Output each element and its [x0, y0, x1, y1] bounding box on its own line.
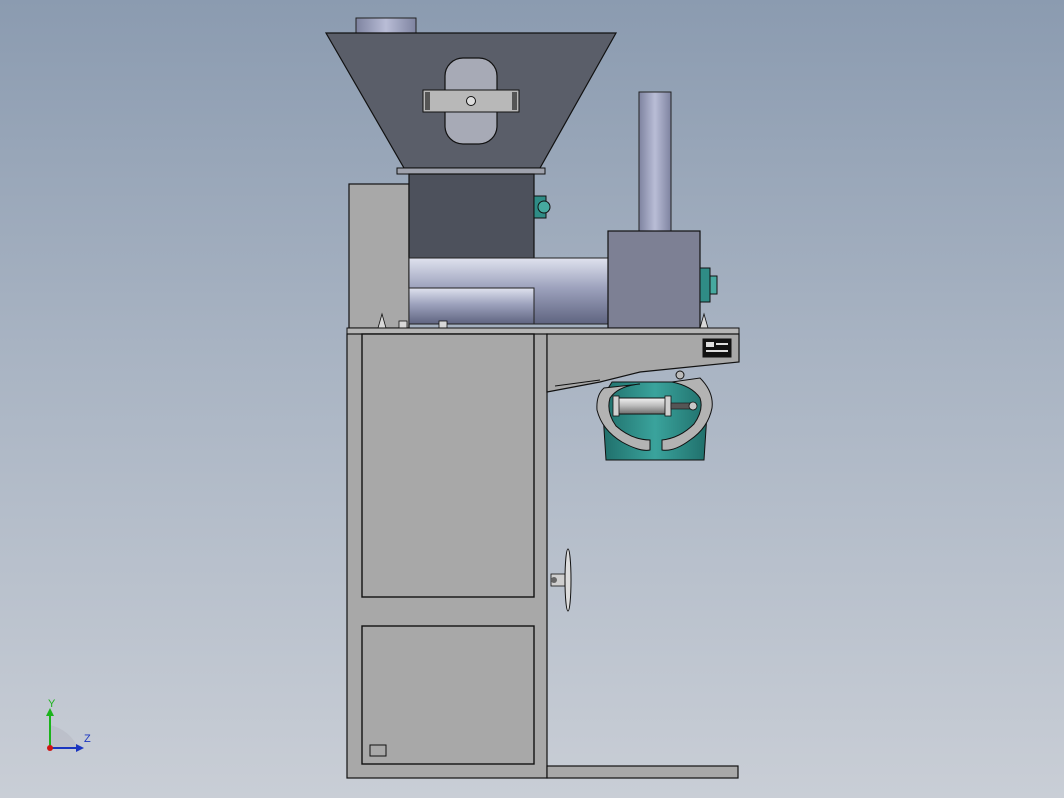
frame-top-plate[interactable] [346, 327, 740, 335]
triad-y-label: Y [48, 698, 56, 710]
triad-x-origin [47, 745, 53, 751]
view-orientation-triad[interactable]: Y Z [40, 698, 100, 760]
door-latch[interactable] [369, 744, 387, 757]
hopper[interactable] [324, 32, 618, 169]
cabinet-door-upper[interactable] [361, 333, 535, 598]
inlet-stub[interactable] [355, 17, 417, 34]
exhaust-pipe[interactable] [638, 91, 672, 233]
auger-tube[interactable] [408, 257, 610, 325]
triad-z-arrow-icon [76, 744, 84, 752]
nameplate [702, 338, 732, 358]
base-rail[interactable] [546, 765, 739, 779]
motor-housing-left[interactable] [348, 183, 410, 329]
cabinet-door-lower[interactable] [361, 625, 535, 765]
triad-z-label: Z [84, 733, 91, 745]
window-knob[interactable] [466, 96, 476, 106]
gearbox-housing[interactable] [607, 230, 701, 329]
machine-model[interactable] [0, 0, 1064, 798]
handwheel[interactable] [550, 548, 572, 612]
drive-coupling-icon [699, 267, 718, 303]
hopper-flange [396, 167, 546, 175]
coupling-icon [533, 195, 551, 219]
triad-xz-plane [50, 725, 78, 748]
graphics-viewport[interactable]: Y Z [0, 0, 1064, 798]
